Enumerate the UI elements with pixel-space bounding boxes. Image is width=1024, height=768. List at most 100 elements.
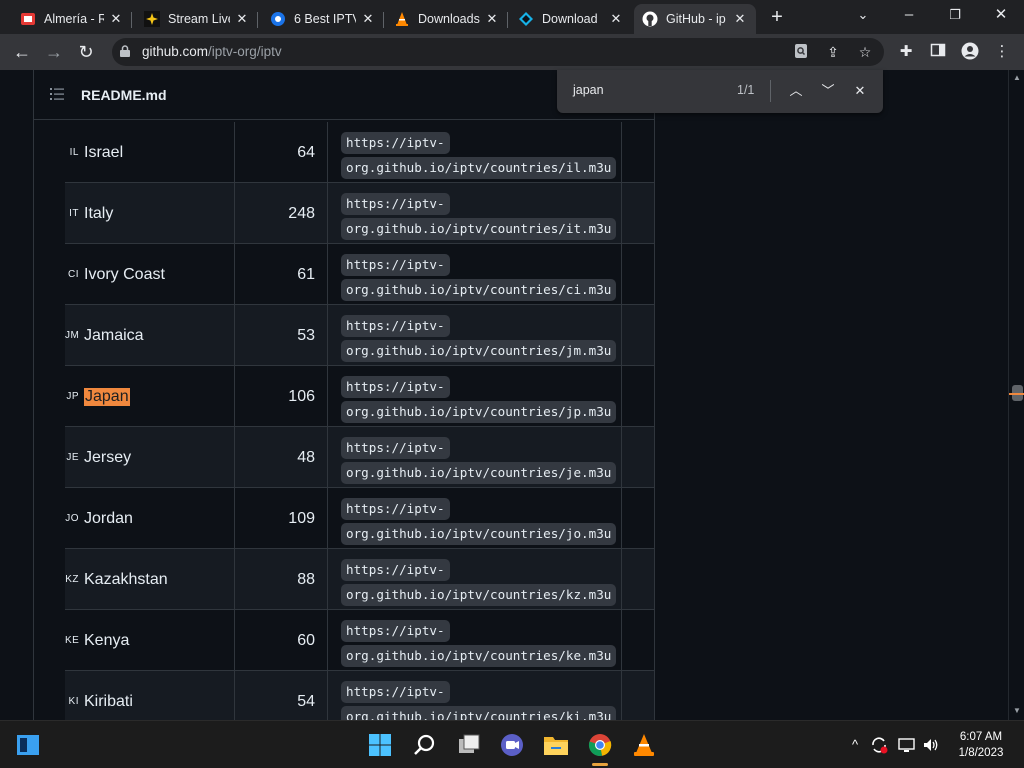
playlist-url-line1[interactable]: https://iptv-: [341, 254, 450, 276]
country-name: Italy: [84, 204, 114, 222]
playlist-url-line2[interactable]: org.github.io/iptv/countries/ke.m3u: [341, 645, 617, 667]
extensions-puzzle-icon[interactable]: ✚: [896, 42, 916, 62]
page-scrollbar[interactable]: ▲ ▼: [1008, 70, 1024, 720]
blue-circle-icon: [270, 11, 286, 27]
playlist-cell: https://iptv-org.github.io/iptv/countrie…: [328, 488, 622, 549]
back-button[interactable]: ←: [10, 40, 34, 64]
playlist-url-line2[interactable]: org.github.io/iptv/countries/je.m3u: [341, 462, 617, 484]
playlist-url-line1[interactable]: https://iptv-: [341, 559, 450, 581]
profile-avatar-icon[interactable]: [960, 42, 980, 62]
forward-button[interactable]: →: [42, 40, 66, 64]
new-tab-button[interactable]: +: [766, 6, 788, 28]
windows-start-icon[interactable]: [367, 732, 393, 758]
restore-button[interactable]: ❐: [932, 2, 978, 28]
playlist-url-line2[interactable]: org.github.io/iptv/countries/jm.m3u: [341, 340, 617, 362]
address-bar[interactable]: github.com/iptv-org/iptv ⇪ ☆: [112, 38, 884, 66]
more-menu-icon[interactable]: ⋮: [992, 42, 1012, 62]
scroll-down-arrow-icon[interactable]: ▼: [1012, 706, 1022, 716]
channel-count: 61: [235, 244, 328, 305]
taskbar-clock[interactable]: 6:07 AM 1/8/2023: [948, 729, 1014, 761]
flag-icon: JO: [65, 513, 79, 524]
github-icon: [642, 11, 658, 27]
playlist-url-line1[interactable]: https://iptv-: [341, 376, 450, 398]
playlist-url-line1[interactable]: https://iptv-: [341, 498, 450, 520]
tab-title: 6 Best IPTV: [294, 12, 356, 26]
playlist-url-line1[interactable]: https://iptv-: [341, 315, 450, 337]
playlist-url-line2[interactable]: org.github.io/iptv/countries/it.m3u: [341, 218, 617, 240]
tab-github[interactable]: GitHub - ip ✕: [634, 4, 756, 34]
task-view-icon[interactable]: [15, 732, 41, 758]
playlist-url-line2[interactable]: org.github.io/iptv/countries/ci.m3u: [341, 279, 617, 301]
country-name: Kenya: [84, 631, 130, 649]
file-explorer-icon[interactable]: [543, 732, 569, 758]
teams-chat-icon[interactable]: [499, 732, 525, 758]
country-cell: KZ Kazakhstan: [65, 549, 235, 610]
network-icon[interactable]: [898, 736, 916, 754]
tab-download-kodi[interactable]: Download ✕: [510, 4, 632, 34]
find-next-button[interactable]: ﹀: [817, 80, 839, 102]
flag-icon: KZ: [65, 574, 79, 585]
playlist-cell: https://iptv-org.github.io/iptv/countrie…: [328, 183, 622, 244]
tab-almeria[interactable]: Almería - R ✕: [12, 4, 132, 34]
playlist-cell: https://iptv-org.github.io/iptv/countrie…: [328, 671, 622, 720]
close-icon[interactable]: ✕: [360, 11, 376, 27]
flag-icon: KE: [65, 635, 80, 646]
country-cell: CI Ivory Coast: [65, 244, 235, 305]
tab-title: Almería - R: [44, 12, 104, 26]
tab-title: GitHub - ip: [666, 12, 726, 26]
country-cell: JP Japan: [65, 366, 235, 427]
tab-title: Downloads: [418, 12, 480, 26]
tab-downloads[interactable]: Downloads ✕: [386, 4, 508, 34]
playlist-url-line1[interactable]: https://iptv-: [341, 681, 450, 703]
close-window-button[interactable]: ✕: [978, 2, 1024, 28]
find-match-count: 1/1: [737, 83, 755, 97]
close-icon[interactable]: ✕: [608, 11, 624, 27]
playlist-url-line1[interactable]: https://iptv-: [341, 132, 450, 154]
vlc-icon[interactable]: [631, 732, 657, 758]
reload-button[interactable]: ↻: [74, 40, 98, 64]
playlist-url-line2[interactable]: org.github.io/iptv/countries/jp.m3u: [341, 401, 617, 423]
playlist-url-line2[interactable]: org.github.io/iptv/countries/kz.m3u: [341, 584, 617, 606]
readme-filename[interactable]: README.md: [81, 87, 167, 103]
find-previous-button[interactable]: ︿: [785, 80, 807, 102]
channel-count: 53: [235, 305, 328, 366]
tab-stream-live[interactable]: Stream Live ✕: [136, 4, 258, 34]
find-in-page-icon[interactable]: [792, 43, 810, 61]
tab-best-iptv[interactable]: 6 Best IPTV ✕: [262, 4, 384, 34]
tab-search-chevron-icon[interactable]: ⌄: [840, 2, 886, 28]
share-icon[interactable]: ⇪: [824, 43, 842, 61]
playlist-url-line2[interactable]: org.github.io/iptv/countries/ki.m3u: [341, 706, 617, 720]
find-divider: [770, 80, 771, 102]
clock-time: 6:07 AM: [959, 731, 1003, 743]
sync-alert-icon[interactable]: [870, 736, 888, 754]
close-icon[interactable]: ✕: [108, 11, 124, 27]
scroll-up-arrow-icon[interactable]: ▲: [1012, 73, 1022, 83]
table-row: KI Kiribati 54 https://iptv-org.github.io…: [65, 671, 654, 720]
close-icon[interactable]: ✕: [484, 11, 500, 27]
bookmark-star-icon[interactable]: ☆: [856, 43, 874, 61]
playlist-url-line2[interactable]: org.github.io/iptv/countries/jo.m3u: [341, 523, 617, 545]
playlist-url-line1[interactable]: https://iptv-: [341, 193, 450, 215]
table-row: IL Israel 64 https://iptv-org.github.io/i…: [65, 122, 654, 183]
country-name-highlighted: Japan: [84, 387, 130, 406]
minimize-button[interactable]: –: [886, 2, 932, 28]
playlist-cell: https://iptv-org.github.io/iptv/countrie…: [328, 122, 622, 183]
playlist-url-line2[interactable]: org.github.io/iptv/countries/il.m3u: [341, 157, 617, 179]
close-icon[interactable]: ✕: [732, 11, 748, 27]
close-icon[interactable]: ✕: [234, 11, 250, 27]
find-input[interactable]: japan: [573, 83, 604, 97]
side-panel-icon[interactable]: [928, 42, 948, 62]
country-name: Jersey: [84, 448, 132, 466]
chrome-icon[interactable]: [587, 732, 613, 758]
find-bar: japan 1/1 ︿ ﹀ ✕: [557, 70, 883, 113]
tray-overflow-chevron-icon[interactable]: ^: [846, 736, 864, 754]
table-of-contents-icon[interactable]: [50, 88, 64, 100]
playlist-url-line1[interactable]: https://iptv-: [341, 437, 450, 459]
tab-title: Stream Live: [168, 12, 230, 26]
volume-icon[interactable]: [922, 736, 940, 754]
find-close-button[interactable]: ✕: [849, 80, 871, 102]
playlist-url-line1[interactable]: https://iptv-: [341, 620, 450, 642]
task-view-windows-icon[interactable]: [456, 732, 482, 758]
lock-icon: [120, 45, 130, 57]
search-icon[interactable]: [412, 732, 438, 758]
